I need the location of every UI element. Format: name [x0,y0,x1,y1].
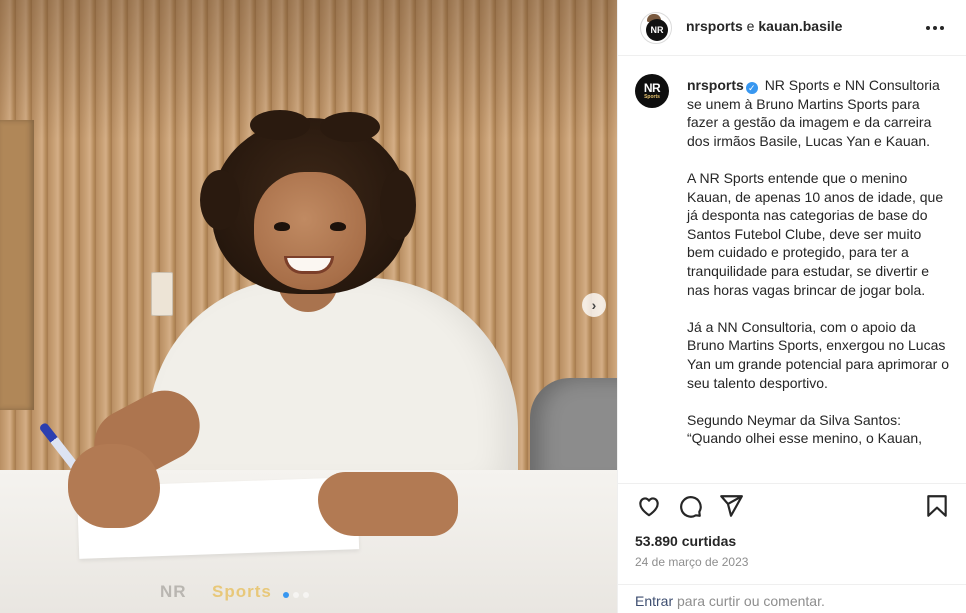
save-button[interactable] [924,493,950,519]
avatar-logo: NR [646,19,668,41]
header-account-link[interactable]: nrsports [686,18,743,34]
photo-boy-hand-left [68,444,160,528]
caption-avatar-subtext: Sports [644,94,660,100]
photo-boy-hair-curl [320,112,380,142]
photo-boy-eye-right [330,222,346,231]
carousel-next-button[interactable]: › [582,293,606,317]
post-actions [618,483,966,527]
photo-boy-hair-curl [200,170,240,230]
avatar[interactable]: NR [640,12,672,44]
share-button[interactable] [718,493,744,519]
caption-avatar-logo: NR [643,81,661,95]
caption-paragraph: Já a NN Consultoria, com o apoio da Brun… [687,318,950,391]
carousel-dot [283,592,289,598]
photo-boy-hair-curl [380,170,416,240]
verified-badge-icon: ✓ [745,82,758,94]
login-prompt: Entrar para curtir ou comentar. [618,584,966,613]
carousel-dot [293,592,299,598]
photo-wall-panel [0,120,34,410]
comment-button[interactable] [677,493,703,519]
photo-light-switch [151,272,173,316]
login-link[interactable]: Entrar [635,593,673,609]
photo-boy-hair-curl [250,110,310,140]
caption-avatar[interactable]: NR Sports [635,74,669,108]
photo-desk-logo-accent: Sports [212,582,272,601]
post-side-panel: NR nrsports e kauan.basile NR Sports nrs… [617,0,966,613]
more-horizontal-icon [933,26,937,30]
post-header-title: nrsports e kauan.basile [686,18,842,34]
more-horizontal-icon [940,26,944,30]
login-prompt-text: Entrar para curtir ou comentar. [635,593,825,609]
carousel-dots [283,592,309,598]
post-photo[interactable]: NR Sports › [0,0,617,613]
more-options-button[interactable] [922,18,948,38]
post-date[interactable]: 24 de março de 2023 [635,555,748,569]
caption-paragraph: A NR Sports entende que o menino Kauan, … [687,169,944,298]
login-prompt-rest: para curtir ou comentar. [673,593,825,609]
photo-desk-logo: NR [160,582,187,601]
caption-paragraph: Segundo Neymar da Silva Santos: “Quando … [687,411,923,447]
photo-boy-shirt [148,278,518,498]
photo-boy-hand-right [318,472,458,536]
like-button[interactable] [636,493,662,519]
photo-boy-eye-left [274,222,290,231]
comment-icon [680,496,702,518]
caption-paragraph: nrsports ✓ NR Sports e NN Consultoria se … [687,76,951,150]
more-horizontal-icon [926,26,930,30]
heart-icon [639,497,659,517]
post-header: NR nrsports e kauan.basile [618,0,966,56]
chevron-right-icon: › [591,297,597,313]
bookmark-icon [927,495,947,517]
carousel-dot [303,592,309,598]
header-collaborator-link[interactable]: kauan.basile [758,18,842,34]
header-connector: e [742,18,759,34]
likes-count[interactable]: 53.890 curtidas [635,533,736,549]
post-caption: nrsports ✓ NR Sports e NN Consultoria se … [687,76,951,466]
send-icon [720,495,743,517]
caption-username-link[interactable]: nrsports [687,77,744,93]
caption-scroll[interactable]: NR Sports nrsports ✓ NR Sports e NN Consu… [618,57,966,483]
